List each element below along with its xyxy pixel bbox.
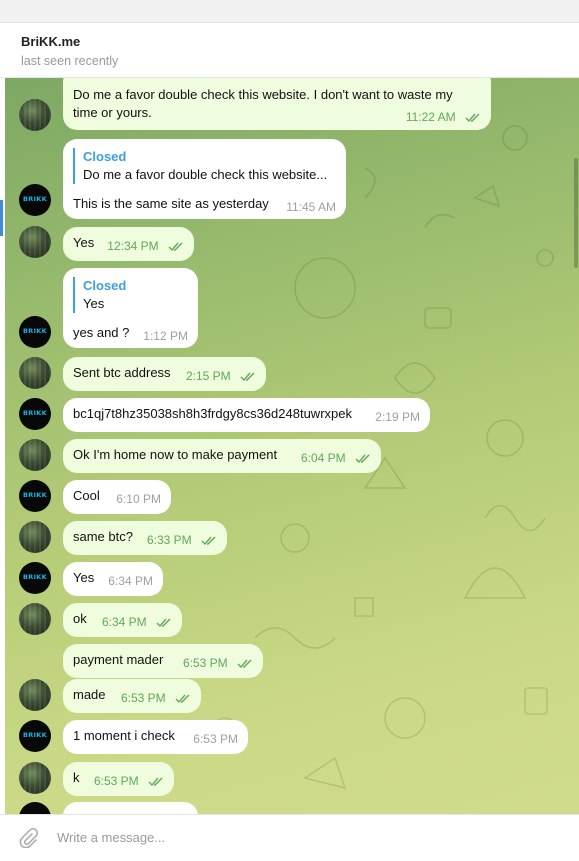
avatar-label: BRIKK [23,491,47,499]
avatar-label: BRIKK [23,409,47,417]
message-bubble[interactable] [63,802,198,814]
reply-text: Do me a favor double check this website.… [83,167,328,182]
message-time: 12:34 PM [107,239,184,253]
message-bubble[interactable]: same btc? 6:33 PM [63,521,227,555]
message-text: bc1qj7t8hz35038sh8h3frdgy8cs36d248tuwrxp… [73,406,352,421]
message-bubble[interactable]: k 6:53 PM [63,762,174,796]
message-time: 6:53 PM [183,656,253,670]
avatar-label: BRIKK [23,573,47,581]
avatar[interactable] [19,521,51,553]
message-time: 2:15 PM [186,369,256,383]
message-time: 11:45 AM [286,200,336,214]
message-bubble[interactable]: payment mader 6:53 PM [63,644,263,678]
reply-quote[interactable]: Closed Yes [73,277,126,313]
double-check-icon [156,618,171,628]
avatar[interactable]: BRIKK [19,316,51,348]
double-check-icon [237,659,252,669]
message-text: same btc? [73,529,133,544]
message-bubble[interactable]: Cool 6:10 PM [63,480,171,514]
message-bubble[interactable]: Closed Yes yes and ? 1:12 PM [63,268,198,348]
reply-author: Closed [83,278,127,293]
message-text: This is the same site as yesterday [73,196,269,211]
message-time: 6:53 PM [94,774,164,788]
message-time: 6:34 PM [108,574,153,588]
message-bubble[interactable]: Closed Do me a favor double check this w… [63,139,346,219]
message-bubble[interactable]: ok 6:34 PM [63,603,182,637]
message-time: 6:53 PM [121,691,191,705]
left-accent-bar [0,200,3,236]
message-text: payment mader [73,652,164,667]
scrollbar[interactable] [574,158,578,268]
message-text: ok [73,611,87,626]
avatar[interactable]: BRIKK [19,562,51,594]
message-input[interactable]: Write a message... [57,830,165,845]
reply-author: Closed [83,149,127,164]
message-bubble[interactable]: Ok I'm home now to make payment 6:04 PM [63,439,381,473]
avatar[interactable] [19,439,51,471]
message-text: 1 moment i check [73,728,175,743]
message-time: 2:19 PM [375,410,420,424]
avatar[interactable]: BRIKK [19,398,51,430]
message-text: Yes [73,235,95,250]
chat-status: last seen recently [21,54,119,68]
avatar-label: BRIKK [23,327,47,335]
avatar[interactable]: BRIKK [19,480,51,512]
message-bubble[interactable]: made 6:53 PM [63,679,201,713]
message-time: 1:12 PM [143,329,188,343]
avatar[interactable] [19,226,51,258]
message-time: 6:04 PM [301,451,371,465]
double-check-icon [175,694,190,704]
avatar[interactable]: BRIKK [19,184,51,216]
message-text: k [73,770,80,785]
window-top-strip [0,0,579,23]
avatar-label: BRIKK [23,195,47,203]
double-check-icon [355,454,370,464]
avatar[interactable] [19,99,51,131]
chat-title[interactable]: BriKK.me [21,34,80,49]
double-check-icon [240,372,255,382]
reply-quote[interactable]: Closed Do me a favor double check this w… [73,148,327,184]
message-text: time or yours. [73,105,152,120]
message-time: 6:10 PM [116,492,161,506]
message-text: made [73,687,106,702]
message-bubble[interactable]: 1 moment i check 6:53 PM [63,720,248,754]
message-text: Sent btc address [73,365,171,380]
avatar[interactable] [19,679,51,711]
message-text: Do me a favor double check this website.… [73,87,453,102]
double-check-icon [168,242,183,252]
message-bubble[interactable]: Sent btc address 2:15 PM [63,357,266,391]
paperclip-icon[interactable] [18,828,38,848]
reply-text: Yes [83,296,105,311]
double-check-icon [465,113,480,123]
message-history[interactable]: Do me a favor double check this website.… [5,78,579,814]
avatar[interactable]: BRIKK [19,720,51,752]
double-check-icon [148,777,163,787]
message-time: 6:34 PM [102,615,172,629]
message-time: 6:53 PM [193,732,238,746]
message-text: yes and ? [73,325,130,340]
message-text: Cool [73,488,100,503]
double-check-icon [201,536,216,546]
message-time: 6:33 PM [147,533,217,547]
avatar[interactable] [19,603,51,635]
avatar-label: BRIKK [23,731,47,739]
message-bubble[interactable]: Do me a favor double check this website.… [63,78,491,130]
message-time: 11:22 AM [406,110,481,124]
message-composer[interactable]: Write a message... [0,814,579,861]
chat-header[interactable]: BriKK.me last seen recently [0,23,579,78]
avatar[interactable] [19,357,51,389]
avatar[interactable] [19,802,51,814]
avatar[interactable] [19,762,51,794]
message-bubble[interactable]: bc1qj7t8hz35038sh8h3frdgy8cs36d248tuwrxp… [63,398,430,432]
message-bubble[interactable]: Yes 12:34 PM [63,227,194,261]
message-bubble[interactable]: Yes 6:34 PM [63,562,163,596]
message-text: Yes [73,570,95,585]
message-text: Ok I'm home now to make payment [73,447,278,462]
